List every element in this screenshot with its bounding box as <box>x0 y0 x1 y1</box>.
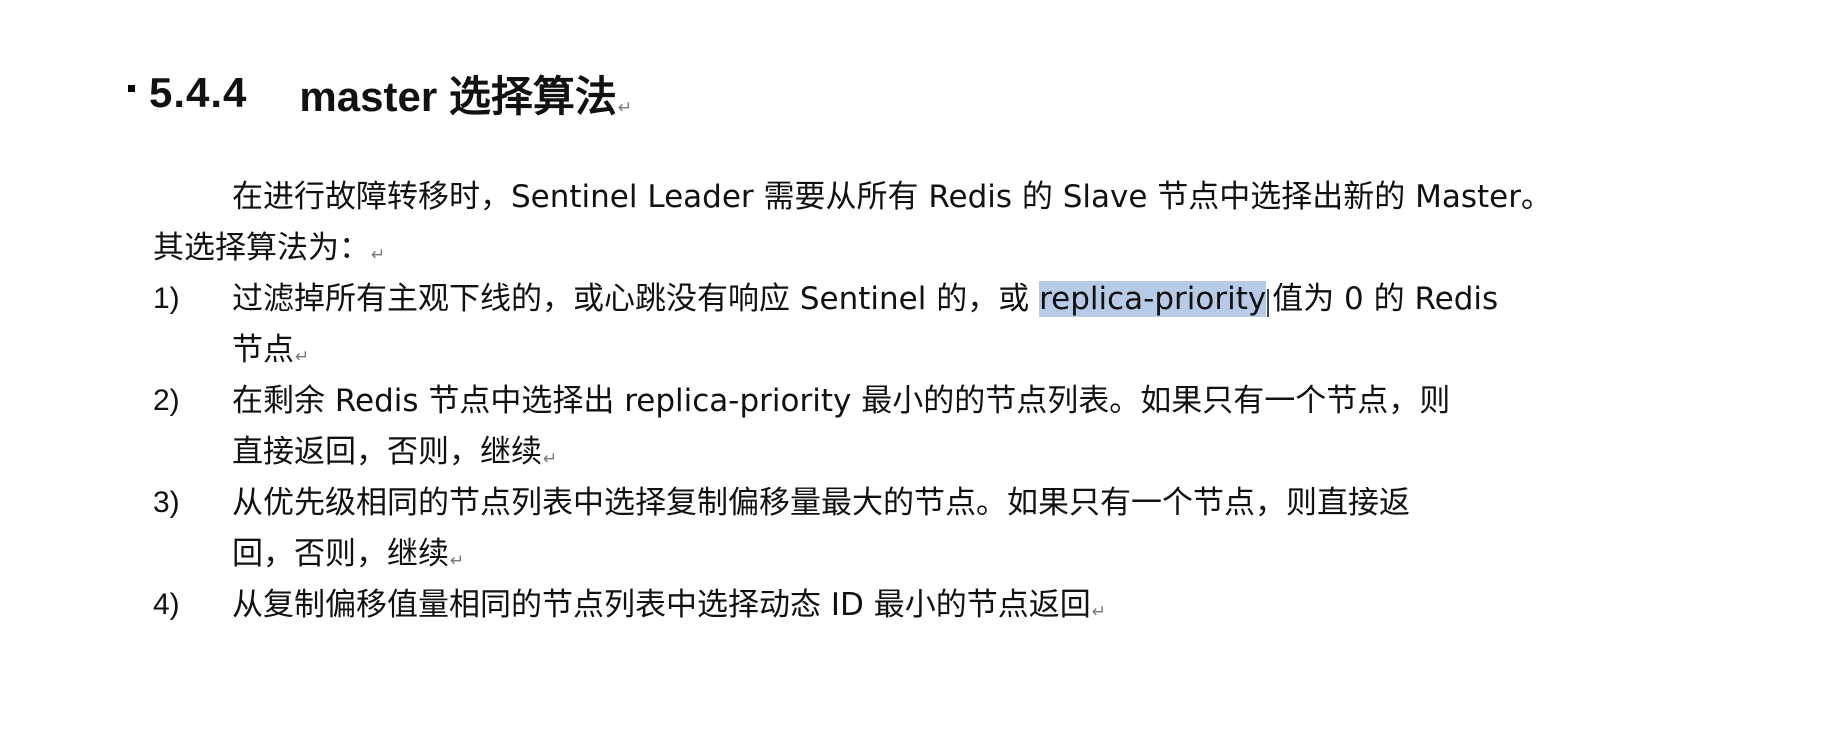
intro-line-1: 在进行故障转移时，Sentinel Leader 需要从所有 Redis 的 S… <box>232 179 1552 215</box>
list-item-4-line-1: 从复制偏移值量相同的节点列表中选择动态 ID 最小的节点返回↵ <box>232 575 1106 642</box>
section-number: 5.4.4 <box>149 69 248 116</box>
paragraph-mark-icon: ↵ <box>617 97 633 117</box>
list-item-text: 节点 <box>232 332 294 368</box>
selected-text-highlight[interactable]: replica-priority <box>1039 281 1267 317</box>
list-item-text: 回，否则，继续 <box>232 536 449 572</box>
list-item-text: 从复制偏移值量相同的节点列表中选择动态 ID 最小的节点返回 <box>232 587 1091 623</box>
intro-line-2-text: 其选择算法为： <box>153 230 370 266</box>
section-title: master 选择算法↵ <box>299 63 632 124</box>
section-heading: 5.4.4 master 选择算法↵ <box>128 58 632 128</box>
text-cursor-icon <box>1267 289 1271 317</box>
paragraph-mark-icon: ↵ <box>1091 602 1106 622</box>
list-item-number: 1) <box>153 282 180 315</box>
paragraph-mark-icon: ↵ <box>371 245 386 265</box>
list-item-number: 2) <box>153 384 180 417</box>
paragraph-mark-icon: ↵ <box>450 551 465 571</box>
heading-bullet-marker <box>128 84 135 92</box>
list-item-number: 3) <box>153 486 180 519</box>
list-item-text: 值为 0 的 Redis <box>1272 281 1499 317</box>
list-item-1-line-1[interactable]: 过滤掉所有主观下线的，或心跳没有响应 Sentinel 的，或 replica-… <box>232 269 1498 329</box>
document-page: 5.4.4 master 选择算法↵ 在进行故障转移时，Sentinel Lea… <box>0 0 1828 752</box>
list-item-text: 直接返回，否则，继续 <box>232 434 542 470</box>
paragraph-mark-icon: ↵ <box>543 449 558 469</box>
paragraph-mark-icon: ↵ <box>295 347 310 367</box>
list-item-number: 4) <box>153 588 180 621</box>
section-title-text: master 选择算法 <box>299 72 617 120</box>
list-item-text: 过滤掉所有主观下线的，或心跳没有响应 Sentinel 的，或 <box>232 281 1040 317</box>
